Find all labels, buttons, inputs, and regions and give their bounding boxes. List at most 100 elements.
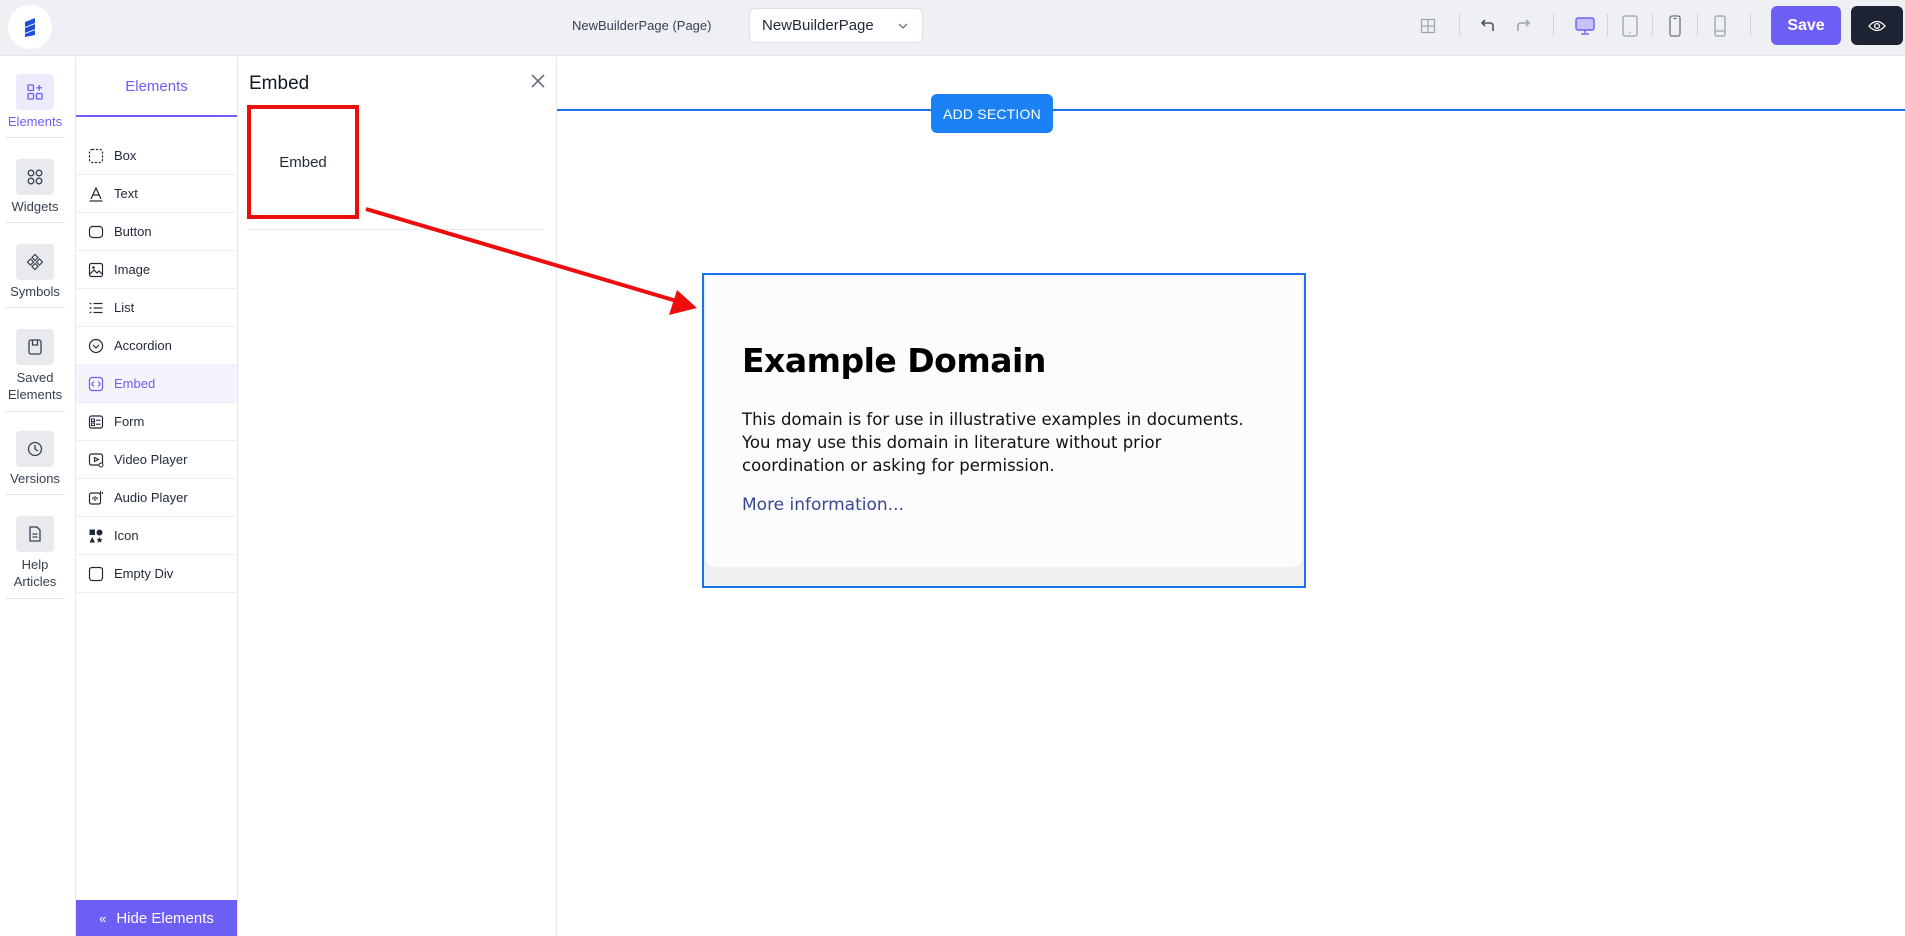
mobile-icon [1669,15,1681,37]
element-item-label: Audio Player [114,490,188,505]
saved-elements-icon [16,329,54,365]
chevron-down-icon [898,23,908,29]
eye-icon [1868,20,1886,31]
accordion-icon [88,338,104,354]
grid-toggle-button[interactable] [1416,14,1440,38]
video-player-icon [88,452,104,468]
undo-icon [1480,19,1494,31]
rail-item-saved-elements[interactable]: Saved Elements [5,329,65,412]
element-item-form[interactable]: Form [76,403,237,441]
empty-div-icon [88,566,104,582]
page-title: NewBuilderPage (Page) [572,18,712,33]
rail-item-versions[interactable]: Versions [5,431,65,495]
embed-heading: Example Domain [742,341,1046,380]
desktop-icon [1575,17,1595,35]
form-icon [88,414,104,430]
add-section-button[interactable]: ADD SECTION [931,94,1053,133]
rail-item-label: Versions [10,471,60,486]
mobile-view-button[interactable] [1663,14,1687,38]
canvas[interactable]: ADD SECTION Example Domain This domain i… [557,57,1905,936]
close-icon [531,74,545,88]
list-icon [88,300,104,316]
element-item-box[interactable]: Box [76,137,237,175]
hide-elements-label: Hide Elements [116,909,214,927]
desktop-view-button[interactable] [1573,14,1597,38]
small-mobile-icon [1714,15,1726,37]
audio-player-icon [88,490,104,506]
tablet-icon [1622,15,1638,37]
element-item-label: Text [114,186,138,201]
app-logo[interactable] [8,5,52,49]
element-item-label: Accordion [114,338,172,353]
rail-item-widgets[interactable]: Widgets [5,159,65,223]
rail-item-label: Elements [7,114,63,129]
rail-item-symbols[interactable]: Symbols [5,244,65,308]
preview-button[interactable] [1851,6,1903,45]
element-item-label: Embed [114,376,156,391]
toolbar-divider [1553,14,1554,36]
toolbar-divider [1652,14,1653,36]
rail-divider [5,137,65,138]
element-item-label: Box [114,148,137,163]
tablet-view-button[interactable] [1618,14,1642,38]
tab-elements[interactable]: Elements [76,57,237,117]
element-item-embed[interactable]: Embed [76,365,237,403]
grid-icon [1420,18,1436,34]
elements-panel: Elements Box Text Button Image List Acco… [76,57,238,936]
left-rail: Elements Widgets Symbols Saved Elements … [0,57,76,936]
element-item-text[interactable]: Text [76,175,237,213]
more-information-link[interactable]: More information... [742,495,1266,515]
button-icon [88,224,104,240]
element-item-video-player[interactable]: Video Player [76,441,237,479]
help-articles-icon [16,516,54,552]
rail-divider [5,598,65,599]
embed-content: Example Domain This domain is for use in… [706,275,1302,567]
text-icon [88,186,104,202]
element-item-label: Empty Div [114,566,174,581]
rail-item-elements[interactable]: Elements [5,74,65,138]
element-item-list[interactable]: List [76,289,237,327]
element-item-label: Button [114,224,152,239]
element-item-accordion[interactable]: Accordion [76,327,237,365]
toolbar-divider [1750,14,1751,36]
element-item-label: Image [114,262,151,277]
save-button[interactable]: Save [1771,6,1841,45]
undo-button[interactable] [1476,14,1500,38]
embed-frame[interactable]: Example Domain This domain is for use in… [702,273,1306,588]
element-item-label: Icon [114,528,139,543]
rail-item-label: Widgets [11,199,59,214]
element-item-label: Form [114,414,145,429]
element-item-label: Video Player [114,452,188,467]
hide-elements-button[interactable]: « Hide Elements [76,900,237,936]
element-item-audio-player[interactable]: Audio Player [76,479,237,517]
rail-divider [5,307,65,308]
element-item-image[interactable]: Image [76,251,237,289]
embed-panel-title: Embed [249,73,310,94]
embed-divider [247,229,543,230]
embed-paragraph: This domain is for use in illustrative e… [742,410,1244,475]
page-select[interactable]: NewBuilderPage [749,8,923,43]
redo-button[interactable] [1511,14,1535,38]
embed-card[interactable]: Embed [247,105,359,219]
icon-icon [88,528,104,544]
widgets-icon [16,159,54,195]
rail-item-label: Symbols [10,284,60,299]
toolbar-divider [1697,14,1698,36]
rail-divider [5,222,65,223]
rail-item-help-articles[interactable]: Help Articles [5,516,65,599]
element-item-button[interactable]: Button [76,213,237,251]
mobile-landscape-view-button[interactable] [1708,14,1732,38]
toolbar-divider [1459,14,1460,36]
box-icon [88,148,104,164]
rail-divider [5,411,65,412]
element-item-icon[interactable]: Icon [76,517,237,555]
section-divider-line [557,109,1905,111]
elements-list: Box Text Button Image List Accordion Emb… [76,137,237,593]
close-button[interactable] [528,71,548,91]
rail-item-label: Help Articles [13,557,57,589]
element-item-label: List [114,300,135,315]
logo-icon [17,14,43,40]
rail-item-label: Saved Elements [7,370,63,402]
rail-divider [5,494,65,495]
element-item-empty-div[interactable]: Empty Div [76,555,237,593]
